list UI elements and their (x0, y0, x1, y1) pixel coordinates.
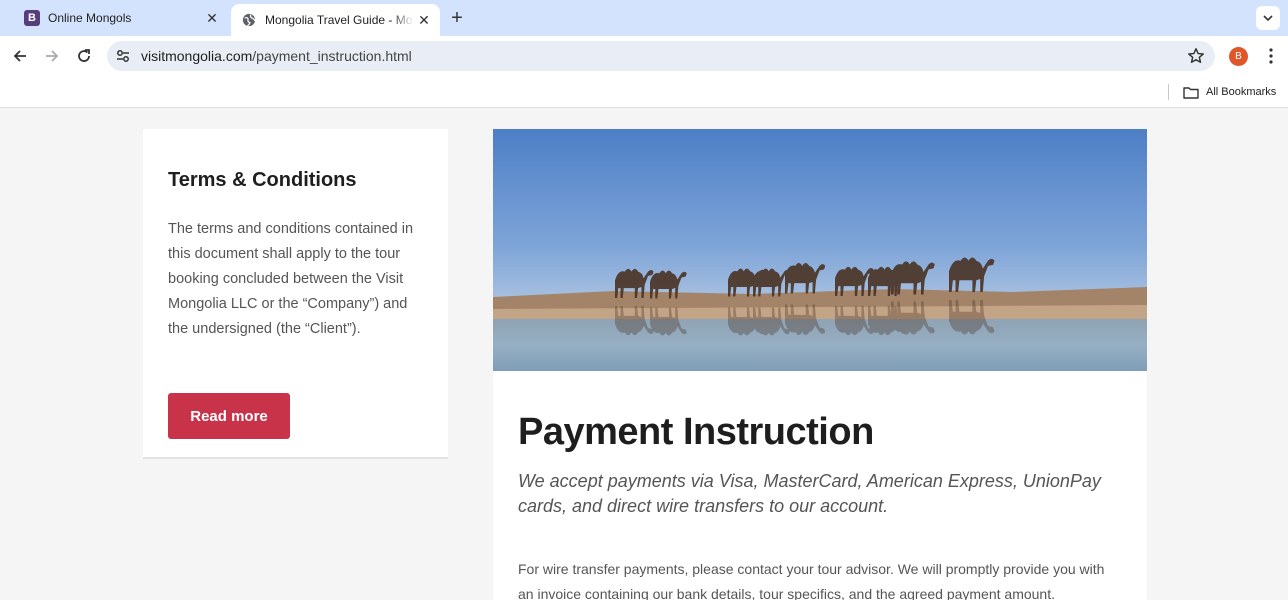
terms-heading: Terms & Conditions (168, 169, 357, 191)
page-title: Payment Instruction (518, 411, 874, 453)
forward-button[interactable] (40, 44, 64, 68)
bookmark-star-icon[interactable] (1187, 47, 1205, 65)
folder-icon (1183, 86, 1199, 99)
new-tab-button[interactable]: + (447, 7, 467, 29)
tab-strip: B Online Mongols ✕ Mongolia Travel Guide… (0, 0, 1288, 36)
web-page: Terms & Conditions The terms and conditi… (0, 109, 1288, 600)
all-bookmarks-button[interactable]: All Bookmarks (1183, 83, 1276, 101)
reload-icon (78, 49, 90, 62)
camels-by-lake-image (493, 129, 1147, 371)
site-settings-icon[interactable] (115, 48, 131, 64)
back-button[interactable] (8, 44, 32, 68)
profile-avatar[interactable]: B (1229, 47, 1248, 66)
terms-text: The terms and conditions contained in th… (168, 221, 414, 337)
bookmarks-separator (1168, 84, 1169, 100)
back-arrow-icon (13, 50, 26, 62)
forward-arrow-icon (46, 50, 59, 62)
bookmarks-bar: All Bookmarks (0, 76, 1288, 108)
all-bookmarks-label: All Bookmarks (1206, 86, 1277, 98)
url-text[interactable]: visitmongolia.com/payment_instruction.ht… (141, 48, 412, 64)
payment-body-text: For wire transfer payments, please conta… (518, 561, 1105, 600)
globe-icon (241, 12, 257, 28)
url-path: /payment_instruction.html (252, 48, 412, 64)
hero-image (493, 129, 1147, 371)
url-domain: visitmongolia.com (141, 48, 253, 64)
more-vert-icon (1269, 48, 1273, 64)
tab-title: Online Mongols (48, 11, 132, 25)
tab-online-mongols[interactable]: B Online Mongols ✕ (14, 0, 228, 36)
tab-search-button[interactable] (1256, 6, 1280, 30)
payment-lead-text: We accept payments via Visa, MasterCard,… (518, 471, 1101, 516)
read-more-button[interactable]: Read more (168, 393, 290, 439)
tab-mongolia-travel-guide[interactable]: Mongolia Travel Guide - Mongolia ✕ (231, 4, 440, 36)
address-bar[interactable]: visitmongolia.com/payment_instruction.ht… (107, 41, 1215, 71)
tab-title: Mongolia Travel Guide - Mongolia (265, 13, 414, 27)
close-icon[interactable]: ✕ (202, 8, 222, 28)
close-icon[interactable]: ✕ (414, 10, 434, 30)
payment-card: Payment Instruction We accept payments v… (493, 129, 1147, 600)
browser-toolbar: visitmongolia.com/payment_instruction.ht… (0, 36, 1288, 76)
chevron-down-icon (1263, 15, 1273, 22)
reload-button[interactable] (72, 44, 96, 68)
bootstrap-icon: B (24, 10, 40, 26)
browser-menu-button[interactable] (1262, 46, 1280, 66)
terms-card: Terms & Conditions The terms and conditi… (143, 129, 448, 459)
